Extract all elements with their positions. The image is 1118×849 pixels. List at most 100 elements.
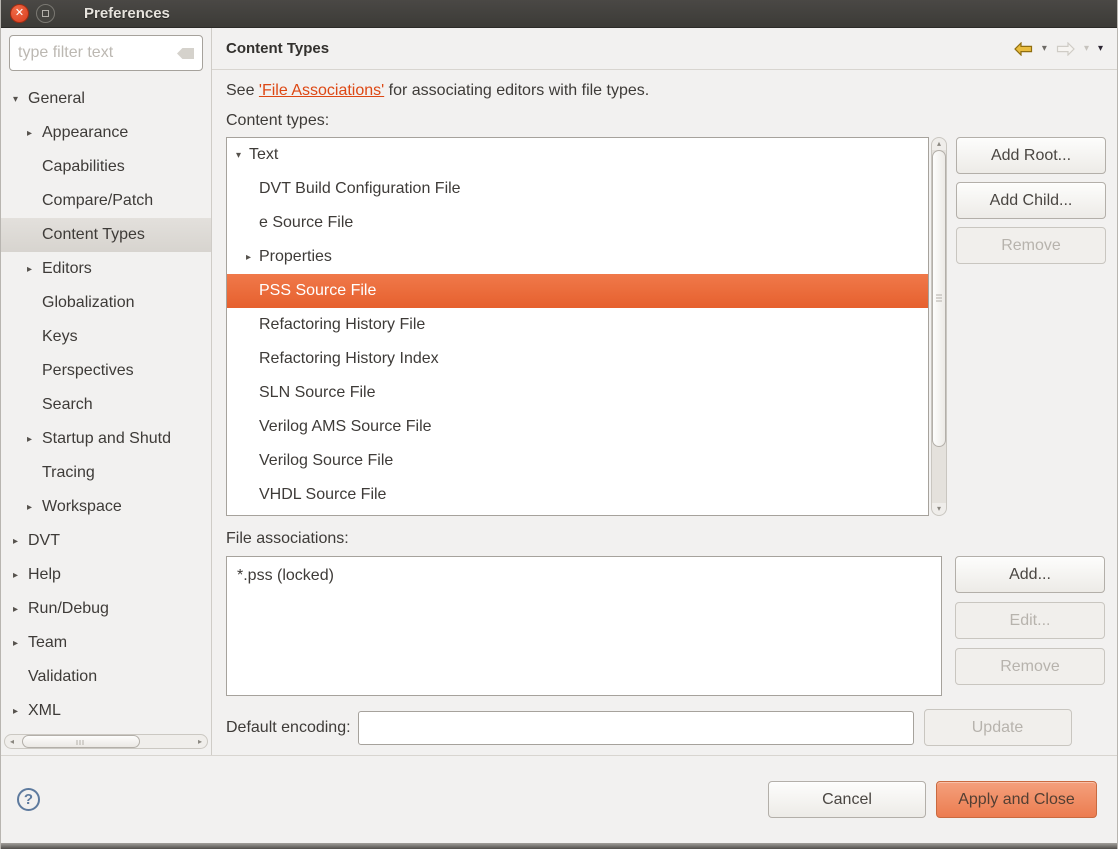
remove-association-button: Remove [955,648,1105,685]
sidebar-horizontal-scrollbar[interactable]: ◂ ▸ [4,734,208,749]
content-type-text[interactable]: Text [227,138,928,172]
button-label: Cancel [822,791,872,808]
filter-input[interactable] [9,35,203,71]
twisty-icon[interactable] [8,94,23,105]
tree-item-label: General [28,90,85,108]
sidebar-item-team[interactable]: Team [1,626,211,660]
content-type-pss-source-file[interactable]: PSS Source File [227,274,928,308]
maximize-button[interactable] [36,4,55,23]
content-type-e-source-file[interactable]: e Source File [227,206,928,240]
sidebar-item-run-debug[interactable]: Run/Debug [1,592,211,626]
back-arrow-icon[interactable] [1014,42,1033,56]
sidebar-item-xml[interactable]: XML [1,694,211,728]
file-association-buttons: Add...Edit...Remove [955,556,1105,696]
twisty-icon[interactable] [22,264,37,275]
content-type-refactoring-history-file[interactable]: Refactoring History File [227,308,928,342]
add-child-button[interactable]: Add Child... [956,182,1106,219]
back-history-dropdown-icon[interactable]: ▾ [1042,44,1047,54]
content-type-verilog-ams-source-file[interactable]: Verilog AMS Source File [227,410,928,444]
sidebar-item-perspectives[interactable]: Perspectives [1,354,211,388]
forward-history-dropdown-icon: ▾ [1084,44,1089,54]
file-associations-list: *.pss (locked) [226,556,942,696]
content-type-label: DVT Build Configuration File [259,180,461,198]
tree-item-label: Compare/Patch [42,192,153,210]
twisty-icon[interactable] [22,502,37,513]
twisty-icon[interactable] [8,536,23,547]
tree-item-label: XML [28,702,61,720]
content-list-scrollbar[interactable]: ▴ ▾ [931,137,947,516]
twisty-icon[interactable] [22,434,37,445]
preferences-tree: General Appearance Capabilities Compare/… [1,82,211,732]
grip-icon [936,295,942,302]
sidebar-item-dvt[interactable]: DVT [1,524,211,558]
content-type-label: Text [249,146,278,164]
sidebar-item-compare-patch[interactable]: Compare/Patch [1,184,211,218]
window-bottom-edge [1,843,1117,849]
content-types-label: Content types: [226,112,1102,130]
apply-and-close-button[interactable]: Apply and Close [936,781,1097,818]
tree-item-label: Globalization [42,294,135,312]
twisty-icon[interactable] [8,638,23,649]
close-button[interactable]: ✕ [10,4,29,23]
scroll-down-icon[interactable]: ▾ [932,503,946,515]
content-type-sln-source-file[interactable]: SLN Source File [227,376,928,410]
sidebar-item-validation[interactable]: Validation [1,660,211,694]
sidebar-item-editors[interactable]: Editors [1,252,211,286]
content-type-vhdl-source-file[interactable]: VHDL Source File [227,478,928,512]
description-text: See 'File Associations' for associating … [226,82,1102,100]
button-label: Add Child... [990,192,1073,209]
help-button[interactable]: ? [17,788,40,811]
default-encoding-label: Default encoding: [226,719,351,737]
content-type-verilog-source-file[interactable]: Verilog Source File [227,444,928,478]
twisty-icon[interactable] [242,252,255,263]
twisty-icon[interactable] [8,604,23,615]
tree-item-label: Run/Debug [28,600,109,618]
content-type-label: e Source File [259,214,353,232]
sidebar-item-tracing[interactable]: Tracing [1,456,211,490]
content-type-refactoring-history-index[interactable]: Refactoring History Index [227,342,928,376]
content-type-dvt-build-configuration-file[interactable]: DVT Build Configuration File [227,172,928,206]
tree-item-label: Capabilities [42,158,125,176]
button-label: Remove [1000,658,1060,675]
default-encoding-input[interactable] [358,711,914,745]
description-prefix: See [226,82,259,99]
tree-item-label: Team [28,634,67,652]
tree-item-label: Keys [42,328,78,346]
sidebar-item-keys[interactable]: Keys [1,320,211,354]
scroll-right-icon[interactable]: ▸ [193,738,207,746]
twisty-icon[interactable] [232,150,245,161]
scrollbar-track[interactable] [19,735,193,748]
preferences-window: ✕ Preferences General Appearance [0,0,1118,849]
content-type-label: VHDL Source File [259,486,386,504]
scrollbar-thumb[interactable] [932,150,946,447]
add-root-button[interactable]: Add Root... [956,137,1106,174]
view-menu-icon[interactable]: ▾ [1098,44,1103,54]
sidebar-item-startup-and-shutdown[interactable]: Startup and Shutd [1,422,211,456]
file-association-label: *.pss (locked) [237,567,334,584]
file-association-item-pss[interactable]: *.pss (locked) [227,557,941,585]
add-association-button[interactable]: Add... [955,556,1105,593]
content-type-properties[interactable]: Properties [227,240,928,274]
sidebar-item-help[interactable]: Help [1,558,211,592]
content-type-buttons: Add Root... Add Child... Remove [956,137,1106,516]
scrollbar-track[interactable] [932,150,946,503]
scroll-left-icon[interactable]: ◂ [5,738,19,746]
sidebar-item-workspace[interactable]: Workspace [1,490,211,524]
sidebar-item-content-types[interactable]: Content Types [1,218,211,252]
content-type-label: PSS Source File [259,282,376,300]
file-associations-link[interactable]: 'File Associations' [259,82,384,99]
twisty-icon[interactable] [22,128,37,139]
sidebar-item-search[interactable]: Search [1,388,211,422]
twisty-icon[interactable] [8,706,23,717]
sidebar-item-globalization[interactable]: Globalization [1,286,211,320]
twisty-icon[interactable] [8,570,23,581]
sidebar-item-general[interactable]: General [1,82,211,116]
remove-content-type-button: Remove [956,227,1106,264]
sidebar: General Appearance Capabilities Compare/… [1,28,212,755]
cancel-button[interactable]: Cancel [768,781,926,818]
scroll-up-icon[interactable]: ▴ [932,138,946,150]
sidebar-item-capabilities[interactable]: Capabilities [1,150,211,184]
scrollbar-thumb[interactable] [22,735,140,748]
titlebar: ✕ Preferences [1,0,1117,28]
sidebar-item-appearance[interactable]: Appearance [1,116,211,150]
